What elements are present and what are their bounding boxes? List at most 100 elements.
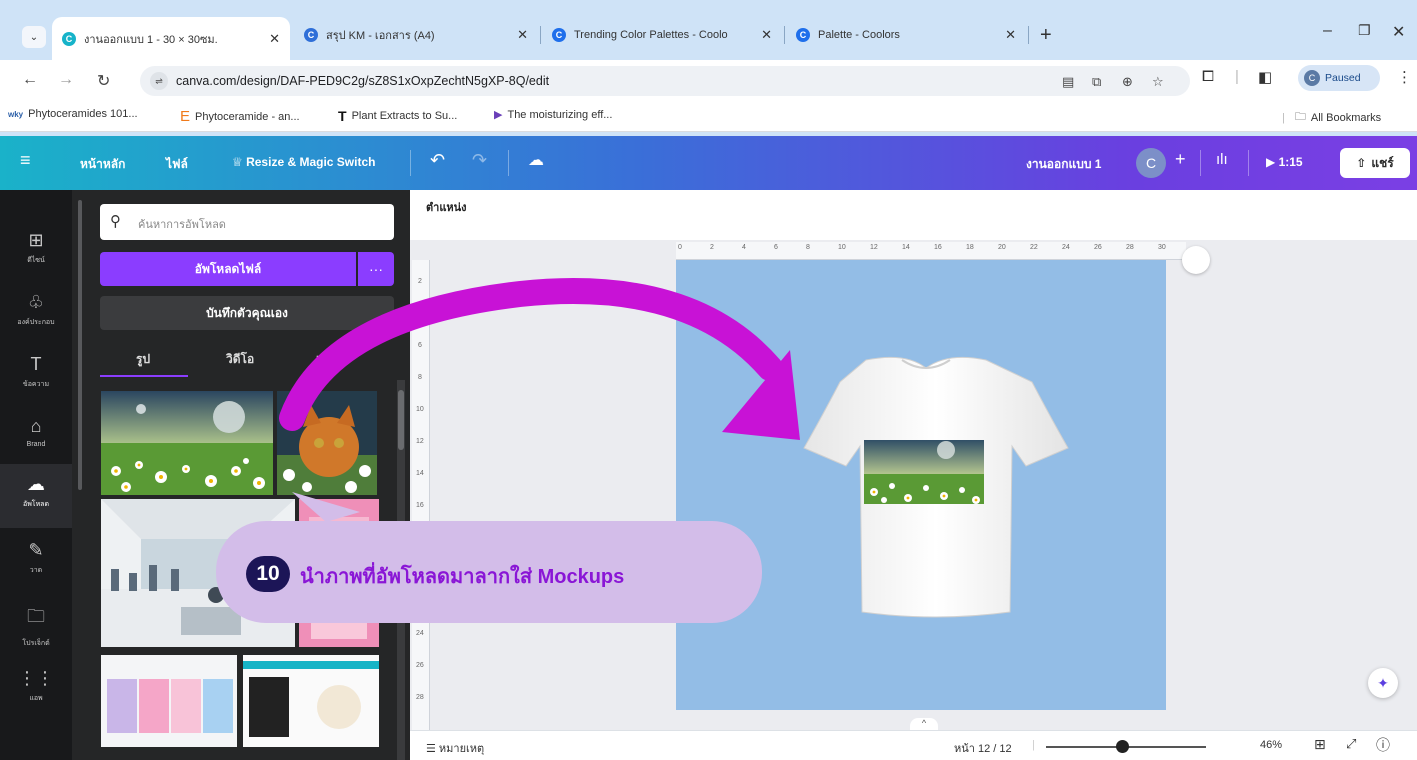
tab-separator: [1028, 26, 1029, 44]
design-page[interactable]: [676, 260, 1166, 710]
page-indicator[interactable]: หน้า 12 / 12: [954, 739, 1012, 757]
scrollbar-thumb[interactable]: [398, 390, 404, 450]
avatar[interactable]: C: [1136, 148, 1166, 178]
tab-search-button[interactable]: ⌄: [22, 26, 46, 48]
notes-button[interactable]: ☰ หมายเหตุ: [426, 739, 484, 757]
upload-files-button[interactable]: อัพโหลดไฟล์: [100, 252, 356, 286]
clipboard-icon[interactable]: ▤: [1062, 74, 1074, 90]
ruler-tick-label: 2: [710, 244, 714, 251]
ruler-tick-label: 16: [416, 502, 424, 509]
omnibox[interactable]: ⇌ canva.com/design/DAF-PED9C2g/sZ8S1xOxp…: [140, 66, 1190, 96]
close-icon[interactable]: ✕: [269, 31, 280, 47]
rail-label: Brand: [26, 441, 46, 448]
bookmark-label: The moisturizing eff...: [507, 108, 613, 121]
url-text[interactable]: canva.com/design/DAF-PED9C2g/sZ8S1xOxpZe…: [176, 74, 549, 88]
record-yourself-button[interactable]: บันทึกตัวคุณเอง: [100, 296, 394, 330]
add-collaborator-icon[interactable]: +: [1175, 149, 1186, 170]
bookmark-label: Phytoceramides 101...: [28, 108, 138, 120]
cloud-saved-icon[interactable]: ☁: [528, 150, 544, 170]
rail-scrollbar[interactable]: [78, 200, 82, 490]
all-bookmarks-button[interactable]: | 🗀 All Bookmarks: [1282, 108, 1381, 127]
rail-label: อัพโหลด: [22, 501, 50, 508]
extensions-icon[interactable]: ⧠: [1202, 68, 1214, 85]
bookmark-item[interactable]: E Phytoceramide - an...: [180, 108, 300, 125]
uploaded-image-screenshot[interactable]: [243, 655, 379, 747]
tshirt-mockup[interactable]: [676, 260, 1166, 710]
help-icon[interactable]: ⓘ: [1376, 735, 1390, 755]
browser-tab-strip: ⌄ C งานออกแบบ 1 - 30 × 30ซม. ✕ C สรุป KM…: [0, 0, 1417, 60]
close-icon[interactable]: ✕: [517, 27, 528, 43]
translate-icon[interactable]: ⧉: [1092, 74, 1101, 90]
new-tab-icon[interactable]: +: [1040, 24, 1052, 47]
rail-item-draw[interactable]: ✎ วาด: [0, 530, 72, 594]
resize-magic-switch-button[interactable]: ♕ Resize & Magic Switch: [232, 155, 375, 169]
magic-assistant-button[interactable]: ✦: [1368, 668, 1398, 698]
minimize-icon[interactable]: –: [1323, 22, 1332, 40]
design-name[interactable]: งานออกแบบ 1: [1026, 155, 1101, 174]
bookmark-item[interactable]: ▶ The moisturizing eff...: [494, 108, 613, 122]
bookmark-item[interactable]: T Plant Extracts to Su...: [338, 108, 457, 124]
upload-share-icon: ⇧: [1356, 156, 1367, 170]
rail-item-apps[interactable]: ⋮⋮ แอพ: [0, 658, 72, 722]
file-menu[interactable]: ไฟล์: [166, 155, 188, 174]
zoom-icon[interactable]: ⊕: [1122, 74, 1133, 90]
tab-palette-coolors[interactable]: C Palette - Coolors ✕: [786, 17, 1026, 53]
home-menu[interactable]: หน้าหลัก: [80, 155, 125, 174]
close-icon[interactable]: ✕: [1005, 27, 1016, 43]
tab-title: Trending Color Palettes - Coolo: [574, 29, 728, 41]
zoom-percent[interactable]: 46%: [1260, 739, 1282, 751]
ruler-tick-label: 18: [966, 244, 974, 251]
window-close-icon[interactable]: ✕: [1392, 22, 1405, 42]
tab-videos[interactable]: วิดีโอ: [226, 350, 254, 369]
site-info-icon[interactable]: ⇌: [150, 72, 168, 90]
hamburger-menu-icon[interactable]: ≡: [20, 150, 31, 171]
search-input[interactable]: ⚲ ค้นหาการอัพโหลด: [100, 204, 394, 240]
tab-audio[interactable]: เสียง: [316, 350, 340, 369]
fullscreen-icon[interactable]: ⤢: [1346, 736, 1356, 752]
position-label[interactable]: ตำแหน่ง: [426, 198, 467, 216]
bookmark-star-icon[interactable]: ☆: [1152, 74, 1164, 90]
rail-item-elements[interactable]: ♧ องค์ประกอบ: [0, 282, 72, 346]
rail-item-projects[interactable]: 🗀 โปรเจ็กต์: [0, 594, 72, 658]
restore-icon[interactable]: ❐: [1358, 22, 1371, 39]
upload-more-button[interactable]: ···: [358, 252, 394, 286]
close-icon[interactable]: ✕: [761, 27, 772, 43]
undo-icon[interactable]: ↶: [430, 150, 445, 171]
browser-menu-icon[interactable]: ⋮: [1397, 68, 1412, 86]
share-button[interactable]: ⇧ แชร์: [1340, 148, 1410, 178]
grid-view-icon[interactable]: ⊞: [1314, 736, 1326, 753]
present-button[interactable]: ▶ 1:15: [1266, 155, 1303, 169]
tab-images[interactable]: รูป: [136, 350, 150, 369]
rail-item-design[interactable]: ⊞ ดีไซน์: [0, 220, 72, 284]
rail-item-uploads[interactable]: ☁ อัพโหลด: [0, 464, 72, 528]
side-panel-icon[interactable]: ◧: [1258, 68, 1272, 86]
profile-paused-button[interactable]: C Paused: [1298, 65, 1380, 91]
play-icon: ▶: [1266, 155, 1279, 169]
tab-km-document[interactable]: C สรุป KM - เอกสาร (A4) ✕: [294, 17, 538, 53]
rotate-handle[interactable]: [1182, 246, 1210, 274]
ruler-tick-label: 28: [416, 694, 424, 701]
tab-canva-design[interactable]: C งานออกแบบ 1 - 30 × 30ซม. ✕: [52, 17, 290, 60]
step-number-badge: 10: [246, 556, 290, 592]
rail-item-text[interactable]: T ข้อความ: [0, 344, 72, 408]
zoom-slider-handle[interactable]: [1116, 740, 1129, 753]
ruler-tick-label: 6: [774, 244, 778, 251]
upload-icon: ☁: [27, 474, 45, 494]
uploaded-image-palette-strip[interactable]: [101, 655, 237, 747]
redo-icon[interactable]: ↷: [472, 150, 487, 171]
back-icon[interactable]: ←: [22, 71, 38, 89]
folder-icon: 🗀: [1294, 111, 1306, 123]
uploaded-image-cat[interactable]: [277, 391, 377, 495]
editor-footer: ☰ หมายเหตุ หน้า 12 / 12 | 46% ⊞ ⤢ ⓘ: [410, 730, 1417, 760]
rail-item-brand[interactable]: ⌂ Brand: [0, 406, 72, 470]
bookmark-item[interactable]: wky Phytoceramides 101...: [8, 108, 138, 120]
insights-icon[interactable]: ılı: [1216, 151, 1228, 168]
bookmark-label: Phytoceramide - an...: [195, 110, 300, 123]
reload-icon[interactable]: ↻: [97, 71, 110, 91]
forward-icon[interactable]: →: [58, 71, 74, 89]
active-tab-indicator: [100, 375, 188, 377]
uploaded-image-daisy-field[interactable]: [101, 391, 273, 495]
rail-label: วาด: [29, 567, 43, 574]
tab-trending-palettes[interactable]: C Trending Color Palettes - Coolo ✕: [542, 17, 782, 53]
ruler-left: 2 4 6 8 10 12 14 16 18 20 22 24 26 28: [412, 260, 430, 730]
